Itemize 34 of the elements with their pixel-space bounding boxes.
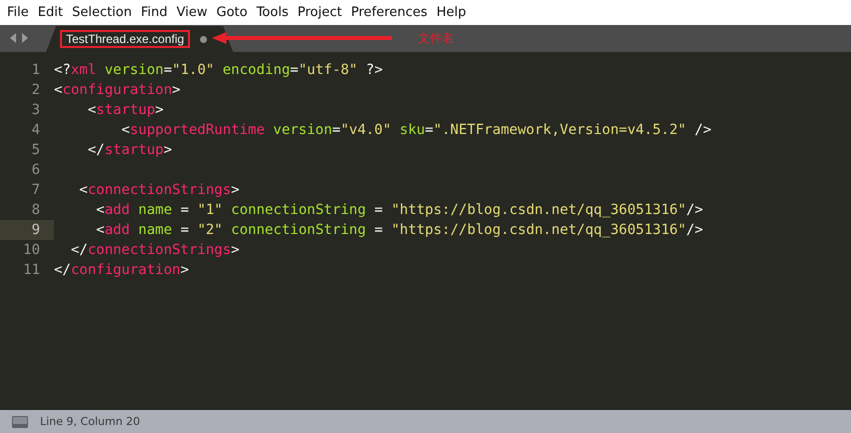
menu-item[interactable]: View — [174, 5, 214, 20]
menu-item[interactable]: Edit — [34, 5, 69, 20]
line-number: 8 — [30, 201, 41, 220]
menu-item[interactable]: File — [4, 5, 35, 20]
line-number: 2 — [30, 81, 41, 100]
code-line: </configuration> — [54, 261, 189, 280]
menu-item[interactable]: Preferences — [348, 5, 434, 20]
line-number: 7 — [30, 181, 41, 200]
menu-item[interactable]: Goto — [213, 5, 254, 20]
line-number: 1 — [30, 61, 41, 80]
line-number: 10 — [22, 241, 41, 260]
line-number: 5 — [30, 141, 41, 160]
code-line: <add name = "2" connectionString = "https://blog.csdn.net/qq_36051316"/> — [95, 221, 704, 240]
menu-item[interactable]: Project — [294, 5, 348, 20]
menu-item[interactable]: Help — [433, 5, 472, 20]
file-tab[interactable]: TestThread.exe.config — [46, 26, 234, 52]
line-number: 9 — [0, 220, 54, 240]
annotation-label: 文件名 — [418, 30, 454, 47]
code-line: </connectionStrings> — [70, 241, 240, 260]
line-number: 4 — [30, 121, 41, 140]
code-line: <startup> — [86, 101, 164, 120]
line-number: 11 — [22, 261, 41, 280]
line-number: 3 — [30, 101, 41, 120]
code-line: <?xml version="1.0" encoding="utf-8" ?> — [54, 61, 383, 80]
menu-item[interactable]: Tools — [253, 5, 294, 20]
code-line: <add name = "1" connectionString = "https://blog.csdn.net/qq_36051316"/> — [95, 201, 704, 220]
line-number: 6 — [30, 161, 41, 180]
menu-item[interactable]: Find — [138, 5, 174, 20]
code-line: <supportedRuntime version="v4.0" sku=".NETFramework,Version=v4.5.2" /> — [120, 121, 712, 140]
status-text: Line 9, Column 20 — [40, 415, 140, 428]
code-line: <configuration> — [54, 81, 180, 100]
code-line: <connectionStrings> — [78, 181, 240, 200]
code-line: </startup> — [86, 141, 172, 160]
menu-item[interactable]: Selection — [68, 5, 138, 20]
